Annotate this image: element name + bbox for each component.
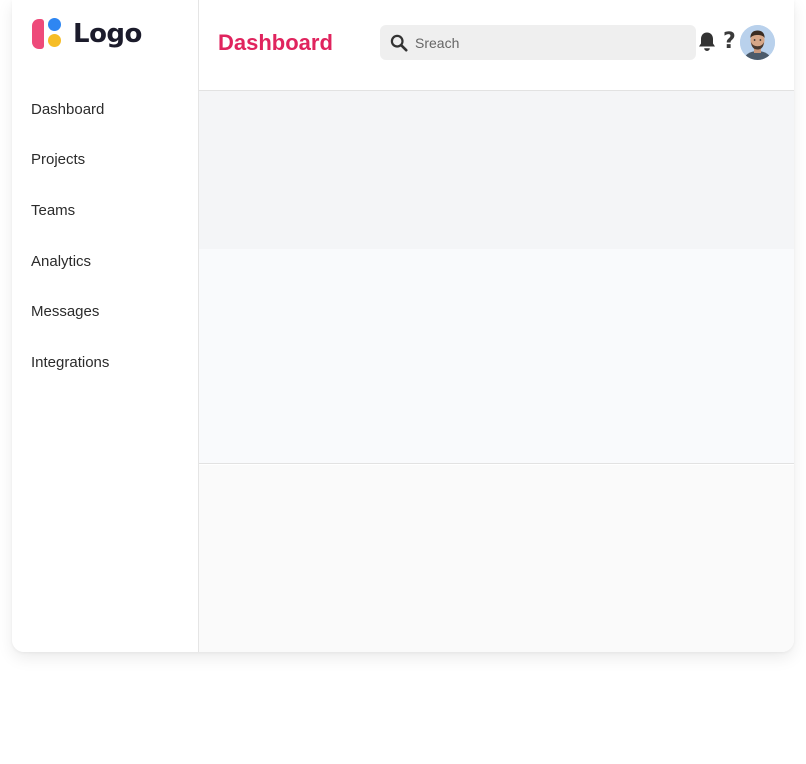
logo-yellow-dot [48, 34, 61, 47]
content-panel-top [199, 91, 794, 249]
content-panel-bottom [199, 465, 794, 652]
logo-text: Logo [73, 19, 142, 49]
content-panel-middle [199, 249, 794, 464]
avatar-image [740, 25, 775, 60]
sidebar-item-dashboard[interactable]: Dashboard [12, 84, 198, 135]
sidebar-item-teams[interactable]: Teams [12, 185, 198, 236]
page-title: Dashboard [218, 30, 333, 55]
top-header: Dashboard ? [199, 0, 794, 91]
logo-blue-dot [48, 18, 61, 31]
sidebar-nav: Dashboard Projects Teams Analytics Messa… [12, 84, 198, 388]
search-input[interactable] [413, 33, 683, 52]
sidebar-item-projects[interactable]: Projects [12, 135, 198, 186]
sidebar-item-messages[interactable]: Messages [12, 286, 198, 337]
app-window: Logo Dashboard Projects Teams Analytics … [12, 0, 794, 652]
logo-pink-shape [32, 19, 44, 49]
bell-icon[interactable] [697, 31, 717, 53]
sidebar-item-analytics[interactable]: Analytics [12, 236, 198, 287]
avatar[interactable] [740, 25, 775, 60]
sidebar-item-integrations[interactable]: Integrations [12, 337, 198, 388]
logo-mark-icon [32, 18, 64, 50]
logo[interactable]: Logo [32, 17, 142, 51]
help-icon[interactable]: ? [723, 29, 736, 55]
search-icon [390, 34, 408, 52]
search-bar[interactable] [380, 25, 696, 60]
sidebar: Logo Dashboard Projects Teams Analytics … [12, 0, 199, 652]
